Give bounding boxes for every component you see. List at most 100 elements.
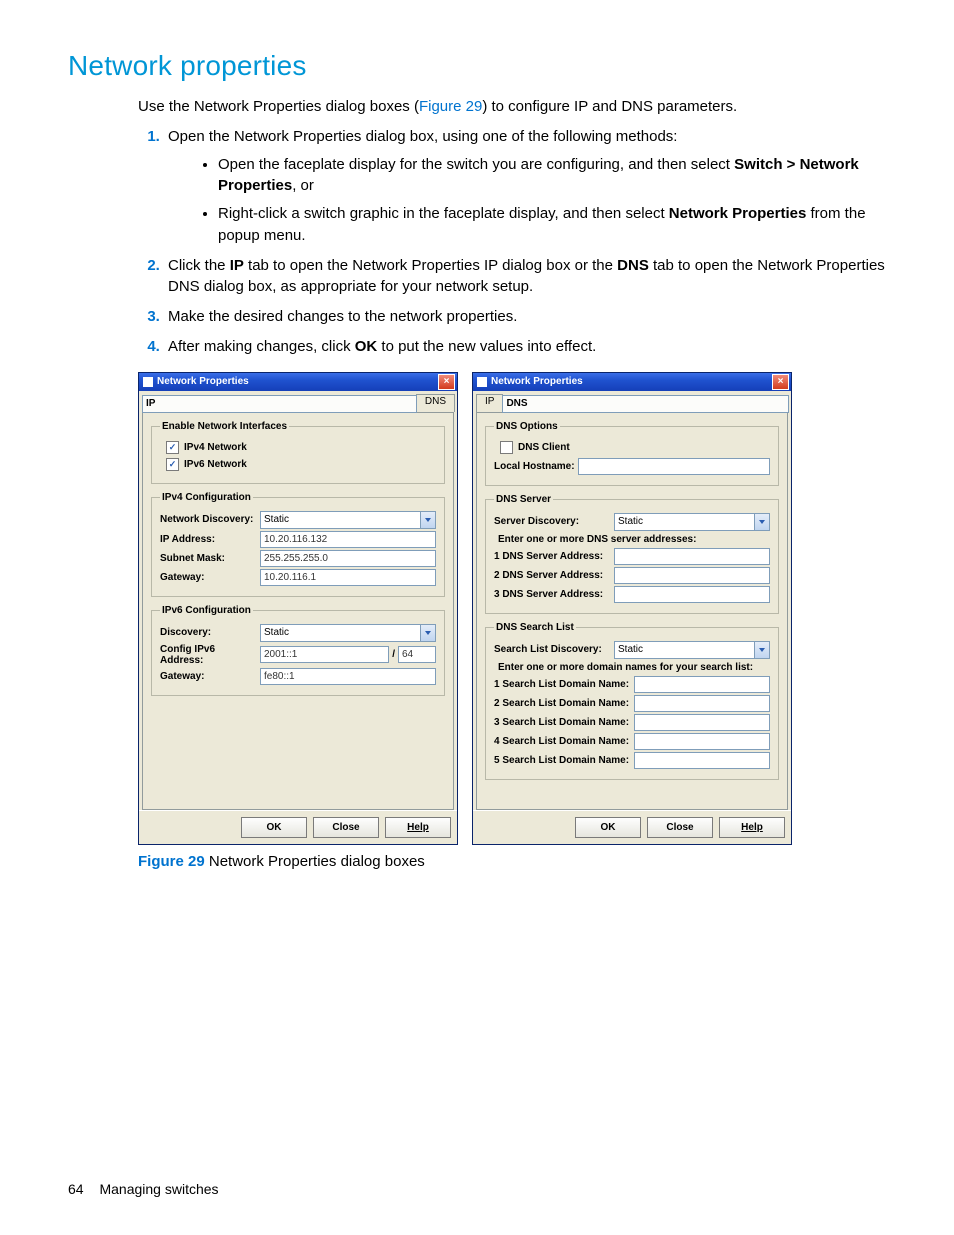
enable-interfaces-legend: Enable Network Interfaces [160, 421, 289, 432]
step-4-ok: OK [355, 338, 378, 355]
discovery-label: Discovery: [160, 627, 260, 638]
help-button-label: Help [741, 822, 763, 833]
dns-server-legend: DNS Server [494, 494, 553, 505]
chevron-down-icon[interactable] [754, 642, 769, 658]
dns-search-hint: Enter one or more domain names for your … [498, 662, 770, 673]
step-1a-post: , or [292, 177, 314, 194]
tab-ip[interactable]: IP [142, 395, 417, 413]
step-2: Click the IP tab to open the Network Pro… [164, 255, 886, 299]
ipv6-config-group: IPv6 Configuration Discovery: Static Con… [151, 605, 445, 696]
step-2-mid: tab to open the Network Properties IP di… [244, 257, 617, 274]
step-2-dns: DNS [617, 257, 649, 274]
local-hostname-label: Local Hostname: [494, 461, 578, 472]
help-button[interactable]: Help [719, 817, 785, 838]
server-discovery-value: Static [618, 516, 643, 527]
config-ipv6-label: Config IPv6 Address: [160, 644, 260, 666]
step-4-post: to put the new values into effect. [377, 338, 596, 355]
step-4: After making changes, click OK to put th… [164, 336, 886, 358]
chevron-down-icon[interactable] [420, 625, 435, 641]
help-button-label: Help [407, 822, 429, 833]
search-domain-5-input[interactable] [634, 752, 770, 769]
dns-server-3-input[interactable] [614, 586, 770, 603]
dns-server-hint: Enter one or more DNS server addresses: [498, 534, 770, 545]
gateway-label: Gateway: [160, 572, 260, 583]
prefix-input[interactable]: 64 [398, 646, 436, 663]
search-domain-3-label: 3 Search List Domain Name: [494, 717, 634, 728]
page-footer: 64 Managing switches [68, 1181, 219, 1197]
subnet-mask-input[interactable]: 255.255.255.0 [260, 550, 436, 567]
close-button[interactable]: Close [647, 817, 713, 838]
chevron-down-icon[interactable] [420, 512, 435, 528]
search-domain-4-label: 4 Search List Domain Name: [494, 736, 634, 747]
step-2-ip: IP [230, 257, 244, 274]
dns-server-3-label: 3 DNS Server Address: [494, 589, 614, 600]
dns-server-2-label: 2 DNS Server Address: [494, 570, 614, 581]
dns-options-group: DNS Options DNS Client Local Hostname: [485, 421, 779, 486]
figure-link[interactable]: Figure 29 [419, 98, 482, 115]
close-icon[interactable]: × [438, 374, 455, 390]
window-title: Network Properties [157, 376, 249, 387]
search-domain-4-input[interactable] [634, 733, 770, 750]
ok-button[interactable]: OK [575, 817, 641, 838]
step-1-text: Open the Network Properties dialog box, … [168, 128, 677, 145]
step-2-pre: Click the [168, 257, 230, 274]
page-title: Network properties [68, 50, 886, 82]
search-domain-2-input[interactable] [634, 695, 770, 712]
dns-client-checkbox[interactable]: DNS Client [500, 441, 770, 454]
step-1b: Right-click a switch graphic in the face… [218, 203, 886, 247]
config-ipv6-input[interactable]: 2001::1 [260, 646, 389, 663]
dns-server-1-input[interactable] [614, 548, 770, 565]
step-1b-bold: Network Properties [669, 205, 807, 222]
step-1a-pre: Open the faceplate display for the switc… [218, 156, 734, 173]
server-discovery-select[interactable]: Static [614, 513, 770, 531]
dns-options-legend: DNS Options [494, 421, 560, 432]
search-domain-1-input[interactable] [634, 676, 770, 693]
dns-server-2-input[interactable] [614, 567, 770, 584]
search-domain-5-label: 5 Search List Domain Name: [494, 755, 634, 766]
ipv4-network-checkbox[interactable]: ✓IPv4 Network [166, 441, 436, 454]
chevron-down-icon[interactable] [754, 514, 769, 530]
ipv6-network-checkbox[interactable]: ✓IPv6 Network [166, 458, 436, 471]
step-1: Open the Network Properties dialog box, … [164, 126, 886, 247]
tab-ip[interactable]: IP [476, 394, 503, 412]
network-discovery-label: Network Discovery: [160, 514, 260, 525]
ip-address-input[interactable]: 10.20.116.132 [260, 531, 436, 548]
gateway6-input[interactable]: fe80::1 [260, 668, 436, 685]
search-discovery-value: Static [618, 644, 643, 655]
close-button[interactable]: Close [313, 817, 379, 838]
search-discovery-select[interactable]: Static [614, 641, 770, 659]
network-discovery-select[interactable]: Static [260, 511, 436, 529]
tab-dns[interactable]: DNS [502, 395, 789, 413]
dialog-screenshots: Network Properties × IP DNS Enable Netwo… [138, 372, 886, 845]
window-title: Network Properties [491, 376, 583, 387]
search-domain-2-label: 2 Search List Domain Name: [494, 698, 634, 709]
step-4-pre: After making changes, click [168, 338, 355, 355]
tab-dns[interactable]: DNS [416, 394, 455, 412]
intro-paragraph: Use the Network Properties dialog boxes … [138, 96, 886, 118]
titlebar: Network Properties × [139, 373, 457, 391]
intro-post: ) to configure IP and DNS parameters. [482, 98, 737, 115]
ok-button[interactable]: OK [241, 817, 307, 838]
dns-search-group: DNS Search List Search List Discovery: S… [485, 622, 779, 780]
search-domain-3-input[interactable] [634, 714, 770, 731]
help-button[interactable]: Help [385, 817, 451, 838]
step-3: Make the desired changes to the network … [164, 306, 886, 328]
figure-caption-text: Network Properties dialog boxes [205, 853, 425, 870]
enable-interfaces-group: Enable Network Interfaces ✓IPv4 Network … [151, 421, 445, 484]
search-discovery-label: Search List Discovery: [494, 644, 614, 655]
network-discovery-value: Static [264, 514, 289, 525]
discovery-select[interactable]: Static [260, 624, 436, 642]
close-icon[interactable]: × [772, 374, 789, 390]
discovery-value: Static [264, 627, 289, 638]
gateway-input[interactable]: 10.20.116.1 [260, 569, 436, 586]
subnet-mask-label: Subnet Mask: [160, 553, 260, 564]
local-hostname-input[interactable] [578, 458, 770, 475]
titlebar: Network Properties × [473, 373, 791, 391]
dns-server-1-label: 1 DNS Server Address: [494, 551, 614, 562]
app-icon [143, 377, 153, 387]
gateway6-label: Gateway: [160, 671, 260, 682]
ipv4-config-group: IPv4 Configuration Network Discovery: St… [151, 492, 445, 597]
step-1b-pre: Right-click a switch graphic in the face… [218, 205, 669, 222]
prefix-slash: / [389, 649, 398, 660]
dns-search-legend: DNS Search List [494, 622, 576, 633]
